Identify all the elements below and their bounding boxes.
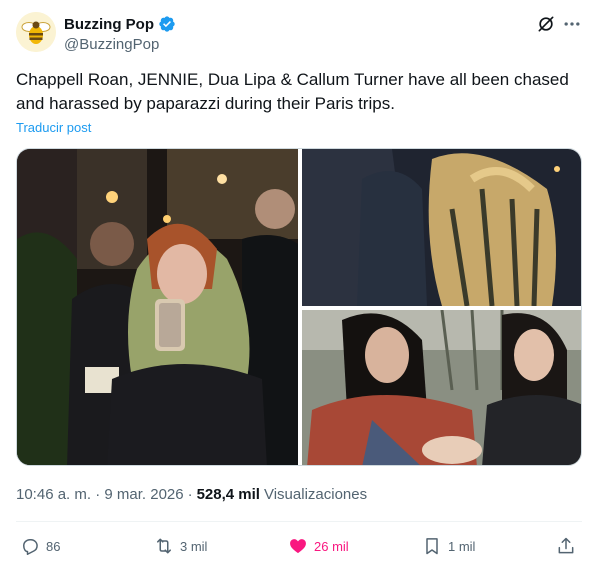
reply-icon (23, 539, 38, 555)
timestamp[interactable]: 10:46 a. m. · 9 mar. 2026 (16, 486, 184, 503)
author-handle[interactable]: @BuzzingPop (64, 36, 159, 53)
repost-button[interactable]: 3 mil (154, 534, 207, 558)
author-name-row[interactable]: Buzzing Pop (64, 14, 176, 34)
like-button[interactable]: 26 mil (288, 534, 349, 558)
share-button[interactable] (556, 534, 576, 558)
tweet-metadata: 10:46 a. m. · 9 mar. 2026 · 528,4 mil Vi… (16, 486, 367, 503)
media-grid (16, 148, 582, 466)
media-photo-2[interactable] (302, 149, 581, 306)
reply-count: 86 (46, 538, 61, 554)
grok-button[interactable] (536, 14, 556, 34)
media-photo-1[interactable] (17, 149, 298, 465)
divider (16, 521, 582, 522)
meta-separator: · (187, 486, 193, 503)
bookmark-button[interactable]: 1 mil (422, 534, 475, 558)
repost-count: 3 mil (180, 538, 208, 554)
display-name[interactable]: Buzzing Pop (64, 16, 154, 33)
share-icon (558, 537, 574, 554)
like-count: 26 mil (314, 538, 349, 554)
verified-badge-icon[interactable] (158, 15, 176, 33)
more-horizontal-icon (564, 22, 580, 26)
bookmark-count: 1 mil (448, 538, 476, 554)
translate-post-link[interactable]: Traducir post (16, 120, 91, 135)
media-photo-3[interactable] (302, 310, 581, 465)
views-count: 528,4 mil (196, 486, 260, 503)
bookmark-icon (426, 538, 438, 555)
tweet-text: Chappell Roan, JENNIE, Dua Lipa & Callum… (16, 70, 569, 113)
grok-icon (538, 16, 554, 32)
heart-filled-icon (290, 539, 306, 554)
action-bar: 86 3 mil 26 mil 1 mil (16, 534, 582, 558)
more-options-button[interactable] (562, 14, 582, 34)
views-label: Visualizaciones (263, 486, 368, 503)
avatar[interactable] (16, 12, 56, 52)
bee-logo-icon (16, 12, 56, 52)
repost-icon (157, 538, 171, 554)
tweet-card: Buzzing Pop @BuzzingPop Chappell Roan, J… (0, 0, 598, 563)
reply-button[interactable]: 86 (20, 534, 60, 558)
